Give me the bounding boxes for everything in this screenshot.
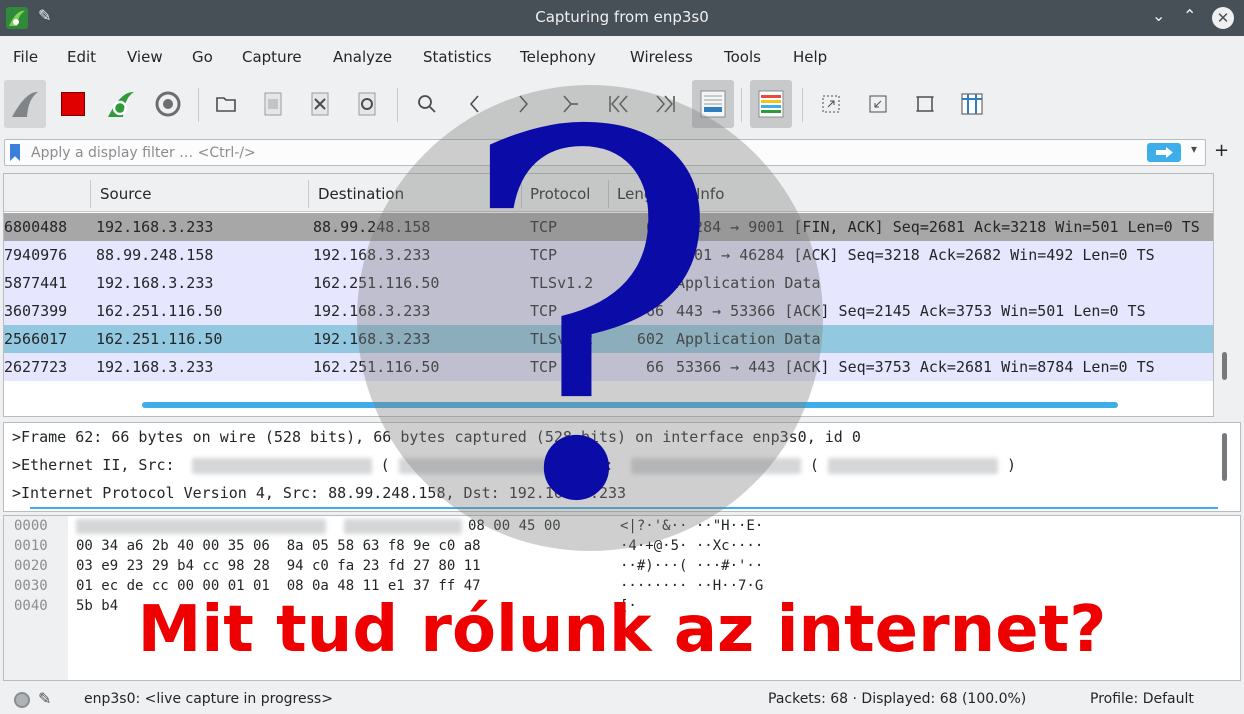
column-separator (90, 180, 91, 208)
expert-info-icon[interactable] (14, 692, 30, 708)
byte-offset: 0020 (14, 558, 48, 574)
packet-count-text: Packets: 68 · Displayed: 68 (100.0%) (768, 691, 1027, 707)
open-file-button[interactable] (205, 80, 247, 128)
edit-comment-icon[interactable]: ✎ (38, 689, 51, 708)
chevron-down-icon[interactable]: ▾ (1191, 142, 1197, 156)
chevron-right-icon[interactable]: > (12, 456, 21, 474)
apply-filter-button[interactable] (1147, 143, 1181, 162)
restart-capture-button[interactable] (100, 80, 142, 128)
menu-tools[interactable]: Tools (724, 48, 761, 66)
chevron-right-icon[interactable]: > (12, 428, 21, 446)
cell-source: 162.251.116.50 (96, 330, 223, 348)
cell-time: 7940976 (4, 246, 68, 264)
byte-offset: 0010 (14, 538, 48, 554)
start-capture-button[interactable] (4, 80, 46, 128)
capture-status-text: enp3s0: <live capture in progress> (84, 691, 333, 707)
cell-time: 2627723 (4, 358, 68, 376)
arrow-right-icon (1156, 147, 1173, 158)
file-icon (264, 92, 282, 116)
byte-hex[interactable]: 01 ec de cc 00 00 01 01 08 0a 48 11 e1 3… (76, 578, 481, 594)
stop-capture-button[interactable] (52, 80, 94, 128)
resize-columns-icon (961, 93, 983, 115)
zoom-out-button[interactable] (857, 80, 899, 128)
redacted-mac (191, 457, 372, 474)
capture-options-button[interactable] (147, 80, 189, 128)
details-scrollbar[interactable] (1222, 433, 1227, 481)
menu-file[interactable]: File (13, 48, 38, 66)
zoom-out-icon (869, 95, 887, 113)
detail-ethernet-text: Ethernet II, Src: (21, 456, 175, 474)
banner-text: Mit tud rólunk az internet? (137, 593, 1107, 667)
redacted-mac (827, 457, 998, 474)
save-file-button[interactable] (252, 80, 294, 128)
byte-offset: 0000 (14, 518, 48, 534)
cell-source: 192.168.3.233 (96, 218, 214, 236)
redacted-bytes (76, 519, 326, 534)
status-bar: ✎ enp3s0: <live capture in progress> Pac… (0, 686, 1244, 714)
gear-icon (155, 91, 181, 117)
add-filter-button[interactable]: + (1214, 140, 1229, 161)
cell-time: 2566017 (4, 330, 68, 348)
bookmark-icon[interactable] (10, 144, 20, 161)
close-file-button[interactable] (299, 80, 341, 128)
column-source[interactable]: Source (100, 185, 152, 203)
paren: ) (1007, 456, 1017, 474)
cell-source: 162.251.116.50 (96, 302, 223, 320)
menu-edit[interactable]: Edit (67, 48, 96, 66)
close-icon[interactable]: ✕ (1212, 7, 1234, 29)
cell-time: 5877441 (4, 274, 68, 292)
minimize-chevron-icon[interactable]: ⌄ (1152, 6, 1165, 25)
packet-list-scrollbar[interactable] (1222, 352, 1227, 380)
stop-icon (61, 92, 85, 116)
resize-columns-button[interactable] (951, 80, 993, 128)
normal-size-button[interactable] (904, 80, 946, 128)
byte-offset: 0030 (14, 578, 48, 594)
column-separator (308, 180, 309, 208)
menu-capture[interactable]: Capture (242, 48, 302, 66)
close-file-icon (311, 92, 329, 116)
restart-shark-icon (108, 91, 134, 117)
cell-source: 192.168.3.233 (96, 358, 214, 376)
profile-text[interactable]: Profile: Default (1090, 691, 1194, 707)
normal-size-icon (916, 96, 934, 112)
zoom-in-icon (822, 95, 840, 113)
maximize-chevron-icon[interactable]: ⌃ (1183, 6, 1196, 25)
window-title: Capturing from enp3s0 (535, 8, 709, 26)
question-mark: ? (455, 29, 725, 611)
folder-icon (216, 97, 236, 112)
cell-source: 88.99.248.158 (96, 246, 214, 264)
menu-analyze[interactable]: Analyze (333, 48, 392, 66)
cell-source: 192.168.3.233 (96, 274, 214, 292)
chevron-right-icon[interactable]: > (12, 484, 21, 502)
cell-time: 6800488 (4, 218, 68, 236)
cell-time: 3607399 (4, 302, 68, 320)
menu-go[interactable]: Go (192, 48, 213, 66)
menu-help[interactable]: Help (793, 48, 827, 66)
toolbar-separator (198, 88, 199, 122)
shark-fin-icon (12, 91, 38, 117)
menu-view[interactable]: View (127, 48, 163, 66)
